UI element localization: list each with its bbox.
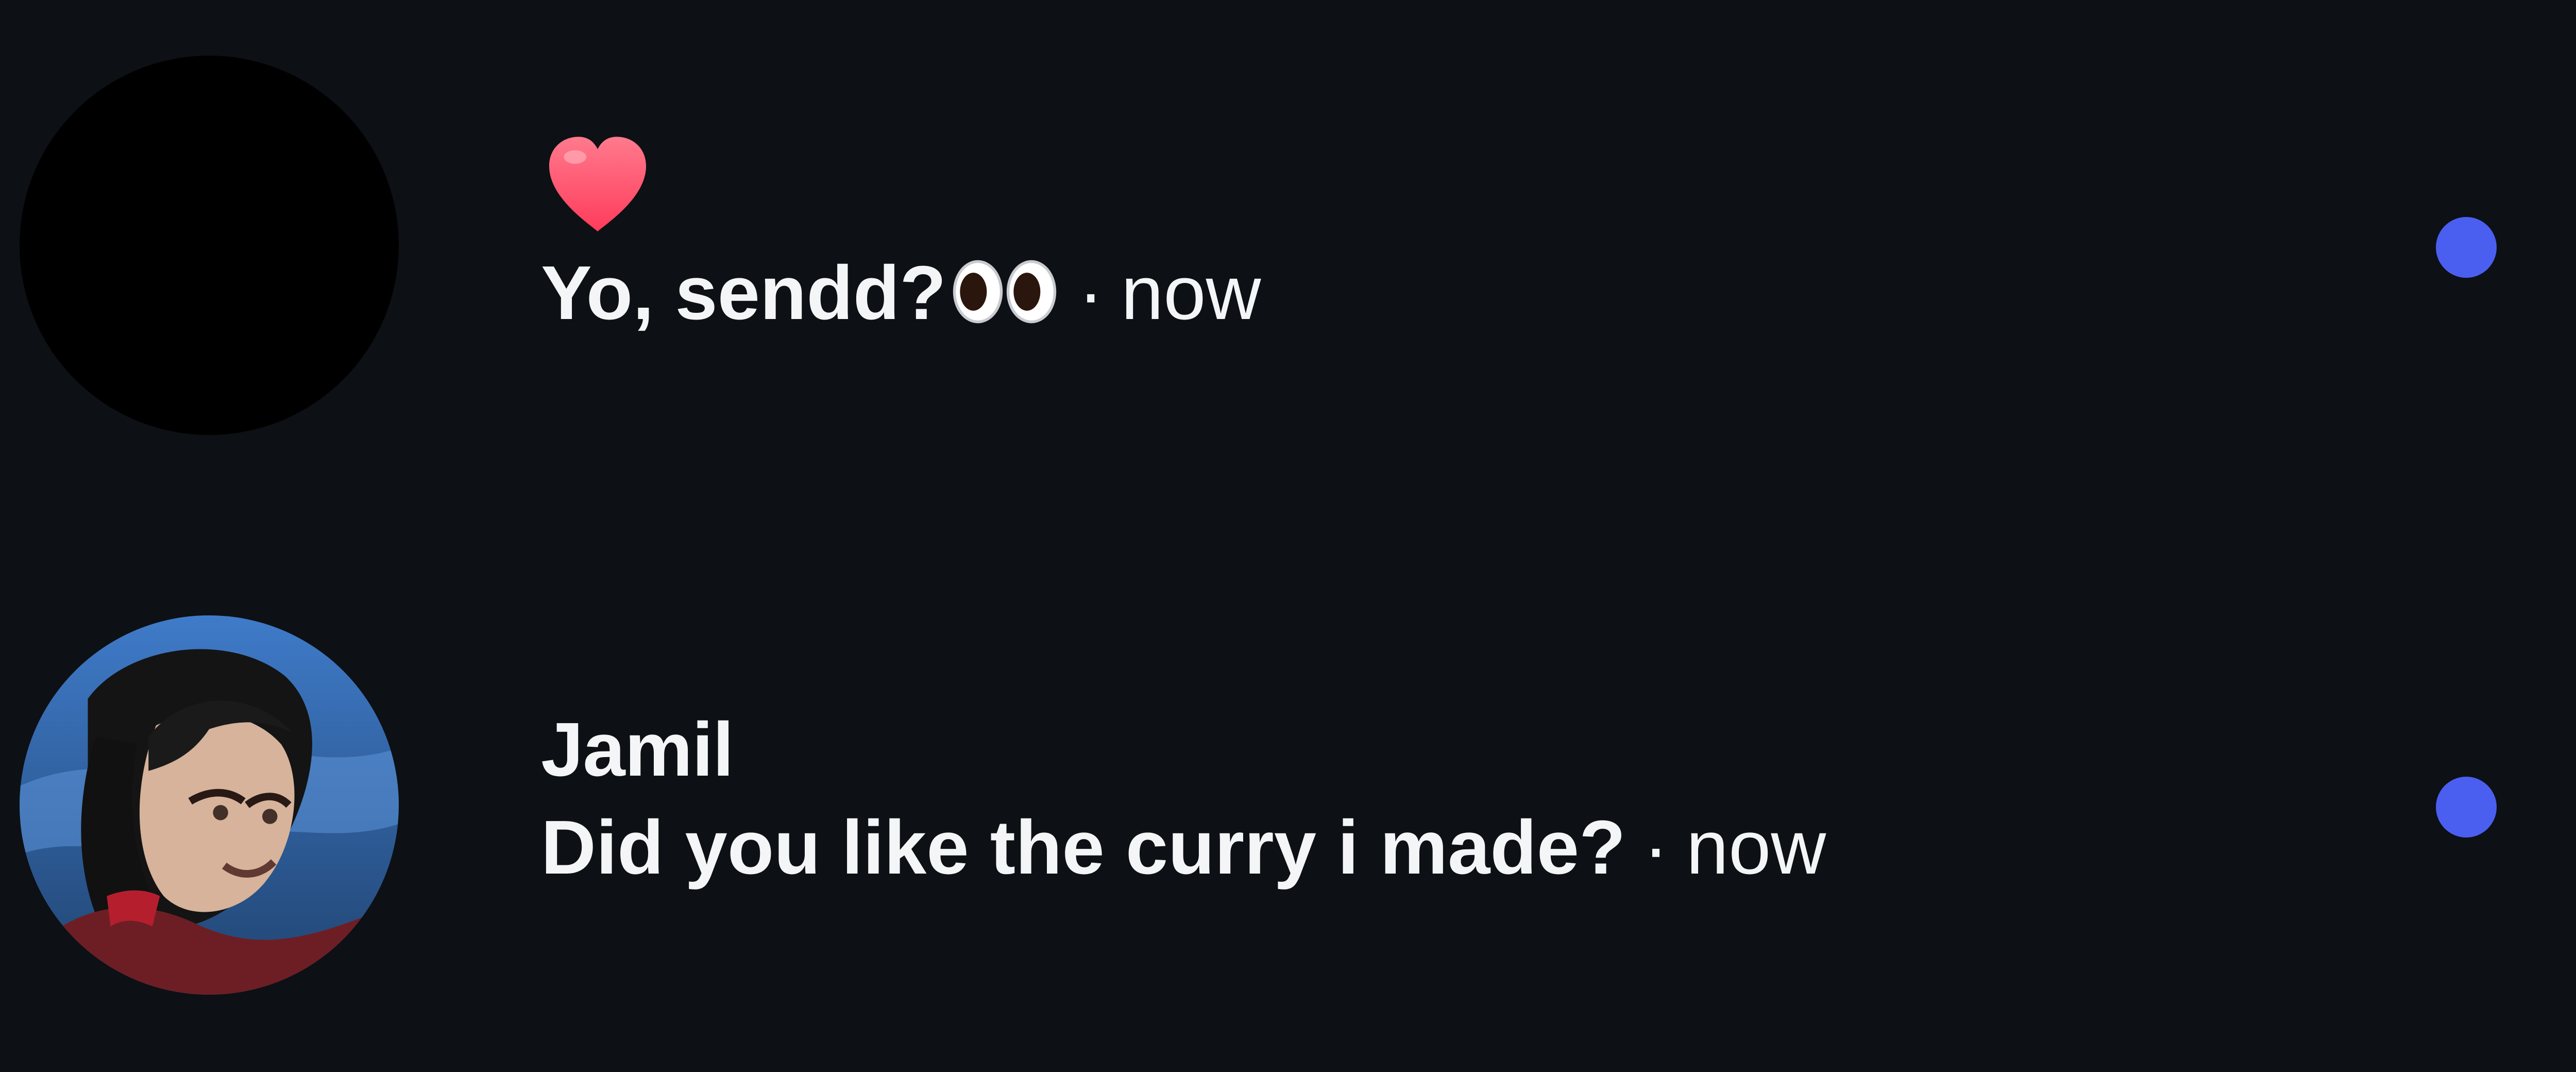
profile-photo [20,615,399,995]
timestamp: now [1121,250,1261,336]
unread-indicator [2436,217,2497,278]
message-preview: Yo, sendd? · now [541,129,2344,342]
message-thread-list: Yo, sendd? · now Jamil Did you like the … [0,0,2576,1072]
message-thread-item[interactable]: Yo, sendd? · now [0,0,2576,515]
profile-photo [20,56,399,435]
timestamp: now [1686,805,1826,890]
avatar[interactable] [20,56,399,435]
message-thread-item[interactable]: Jamil Did you like the curry i made? · now [0,536,2576,1051]
separator-dot: · [1643,805,1669,890]
unread-indicator [2436,777,2497,837]
heart-reaction-icon [549,137,647,232]
sender-name: Jamil [541,707,734,792]
message-preview-line: Did you like the curry i made? · now [541,799,2344,897]
message-preview: Jamil Did you like the curry i made? · now [541,701,2344,897]
eyes-emoji-icon [953,260,1056,324]
message-preview-line: Yo, sendd? · now [541,244,2344,342]
message-text: Did you like the curry i made? [541,805,1626,890]
avatar[interactable] [20,615,399,995]
message-text: Yo, sendd? [541,250,946,336]
separator-dot: · [1078,250,1104,336]
